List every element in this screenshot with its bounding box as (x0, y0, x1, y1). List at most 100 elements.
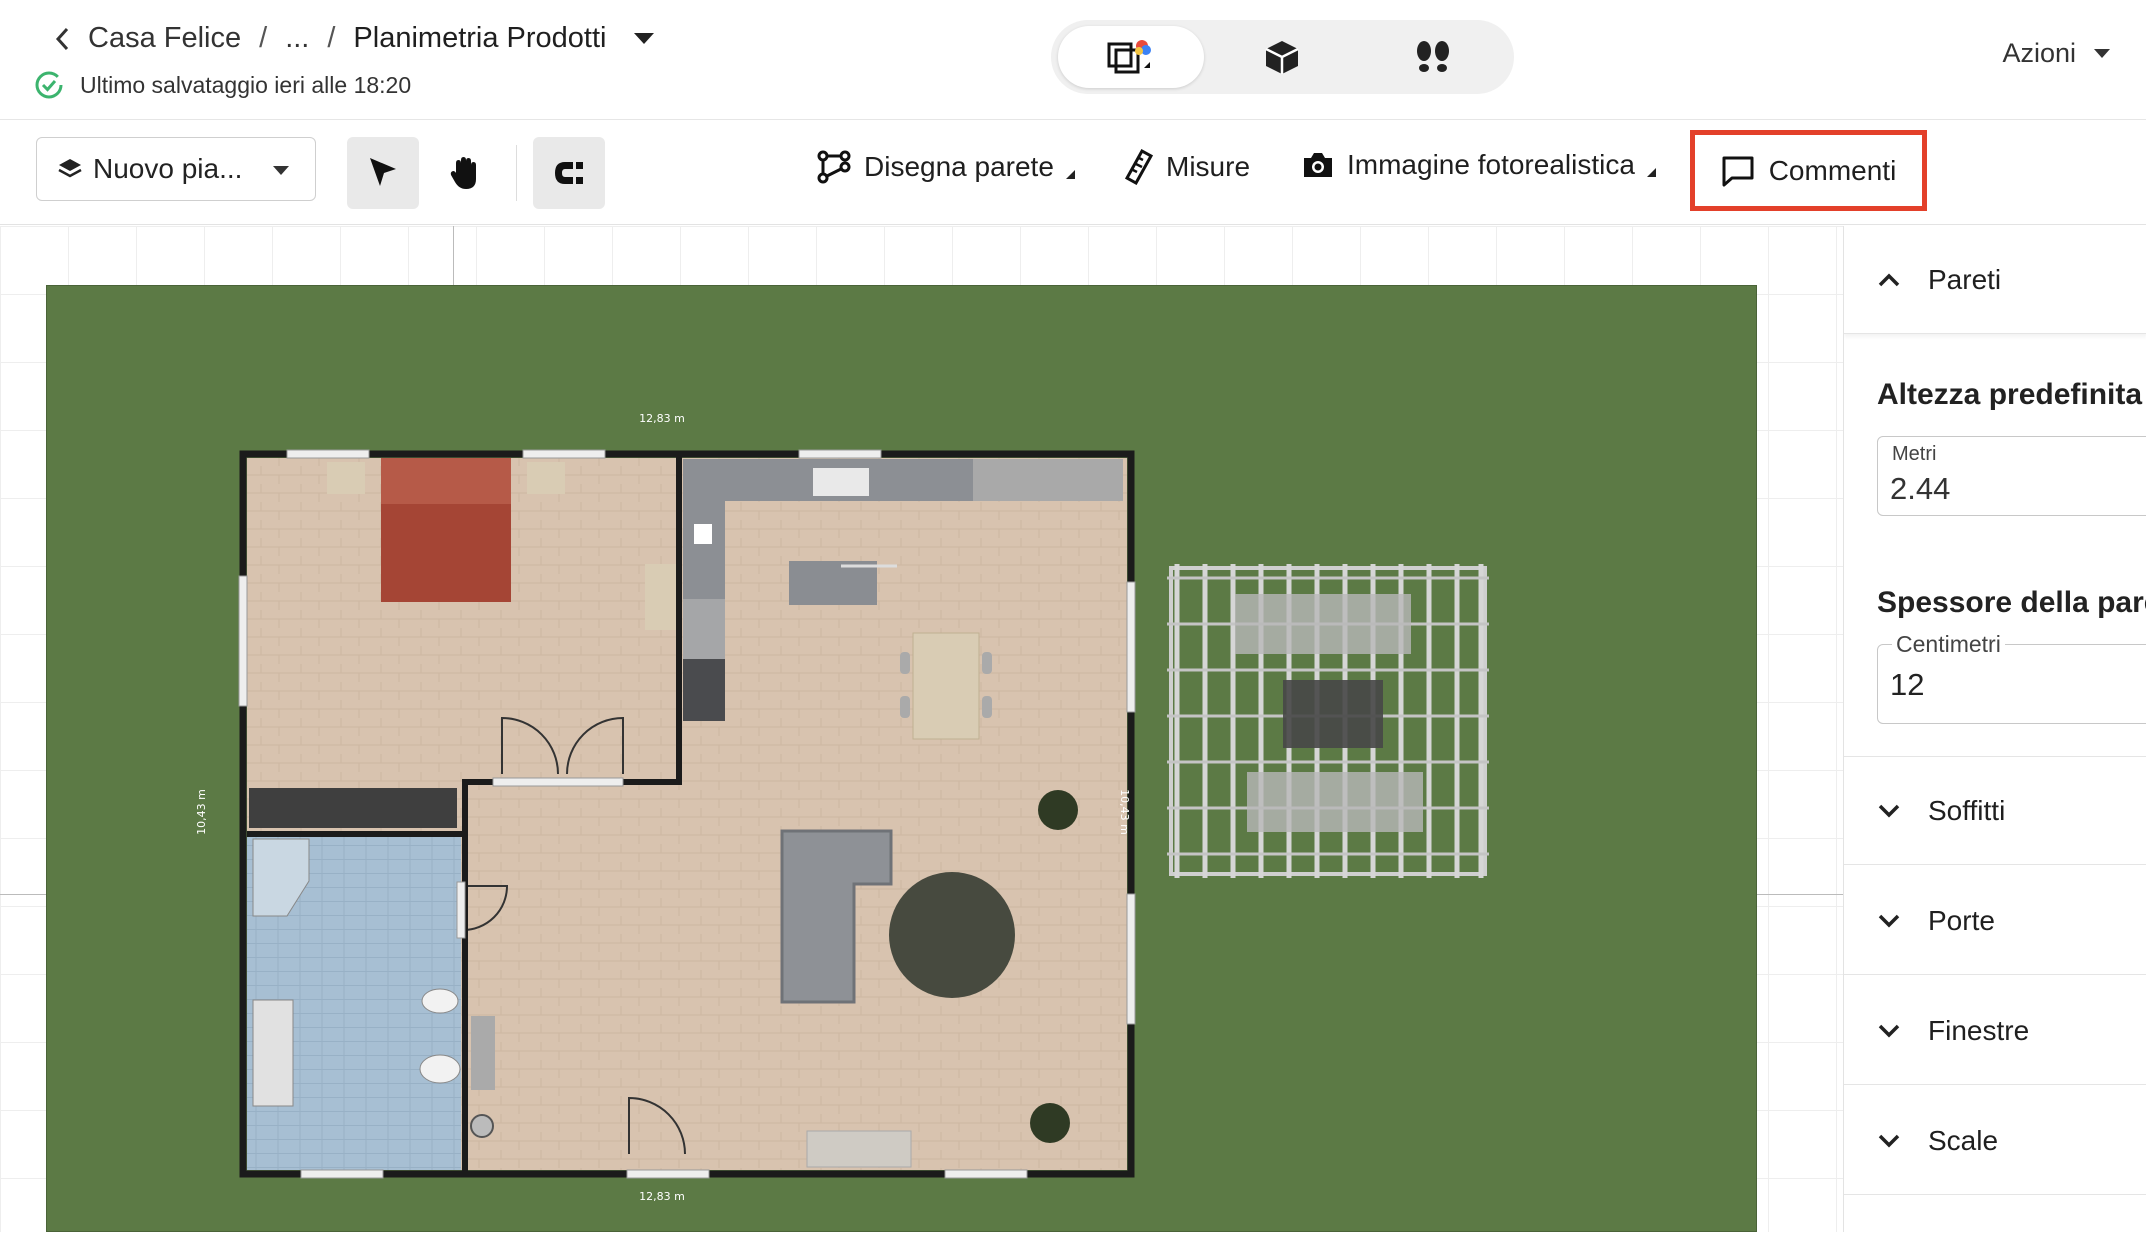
floor-drain (470, 1114, 494, 1138)
breadcrumb-current: Planimetria Prodotti (353, 22, 607, 54)
draw-wall-icon (817, 150, 851, 184)
kitchen-sink (813, 468, 869, 496)
dining-table (912, 632, 980, 740)
measures-button[interactable]: Misure (1124, 149, 1250, 185)
chevron-down-icon (1878, 914, 1900, 927)
section-windows-label: Finestre (1928, 1014, 2030, 1046)
dimension-bottom: 12,83 m (639, 1190, 685, 1203)
round-rug (889, 872, 1015, 998)
section-walls-label: Pareti (1928, 263, 2002, 295)
cube-3d-icon (1265, 41, 1299, 74)
breadcrumb-separator: / (327, 22, 336, 54)
magnet-icon (555, 162, 583, 184)
dimension-left: 10,43 m (195, 789, 208, 835)
toolbar: Nuovo pia... Disegna parete Misure Immag… (0, 121, 2146, 225)
caret-down-icon[interactable] (634, 33, 655, 44)
kitchen-counter-end (973, 459, 1123, 501)
canvas-guide-line (0, 894, 46, 895)
height-input[interactable]: Metri 2.44 (1877, 436, 2146, 516)
thickness-unit-label: Centimetri (1892, 631, 2005, 658)
photoreal-image-button[interactable]: Immagine fotorealistica (1301, 149, 1656, 181)
top-header: Casa Felice / ... / Planimetria Prodotti… (0, 0, 2146, 120)
dimension-right: 10,43 m (1118, 789, 1131, 835)
chevron-down-icon (1878, 804, 1900, 817)
view-walk-button[interactable] (1360, 26, 1506, 88)
floor-plan-drawing: 12,83 m 12,83 m 10,43 m 10,43 m (195, 412, 1489, 1203)
caret-down-icon (2094, 49, 2110, 58)
height-unit-label: Metri (1892, 443, 1937, 465)
actions-label: Azioni (2002, 38, 2076, 68)
breadcrumb-ellipsis[interactable]: ... (285, 22, 309, 55)
section-windows[interactable]: Finestre (1844, 977, 2146, 1085)
photoreal-image-label: Immagine fotorealistica (1347, 149, 1635, 180)
pergola[interactable] (1167, 564, 1489, 878)
plant (1030, 1103, 1070, 1143)
chevron-up-icon (1878, 273, 1900, 286)
footsteps-icon (1417, 41, 1449, 72)
select-tool-button[interactable] (347, 137, 419, 209)
canvas-guide-line (453, 226, 454, 286)
canvas-guide-line (1757, 894, 1843, 895)
thickness-value: 12 (1890, 667, 1925, 702)
breadcrumb-project[interactable]: Casa Felice (88, 22, 241, 55)
section-stairs-label: Scale (1928, 1124, 1999, 1156)
ruler-icon (1124, 149, 1154, 185)
chevron-left-icon[interactable] (52, 26, 74, 52)
comments-label: Commenti (1768, 154, 1897, 186)
plant (1038, 790, 1078, 830)
default-height-title: Altezza predefinita (1877, 378, 2143, 411)
section-ceilings-label: Soffitti (1928, 794, 2006, 826)
draw-wall-button[interactable]: Disegna parete (816, 149, 1075, 185)
properties-panel: Pareti Altezza predefinita Metri 2.44 Sp… (1843, 226, 2146, 1232)
chevron-down-icon (1878, 1024, 1900, 1037)
magnet-snap-button[interactable] (533, 137, 605, 209)
wall-thickness-title: Spessore della parete (1877, 586, 2146, 619)
section-walls[interactable]: Pareti (1844, 226, 2146, 334)
oven (683, 659, 725, 721)
sideboard (806, 1130, 912, 1168)
cursor-arrow-icon (370, 158, 396, 186)
section-doors[interactable]: Porte (1844, 867, 2146, 975)
bathroom-cabinet (471, 1016, 495, 1090)
submenu-corner-icon (1646, 167, 1656, 177)
save-status: Ultimo salvataggio ieri alle 18:20 (34, 70, 411, 100)
toolbar-divider (516, 145, 517, 201)
bathroom-sink-vanity (252, 999, 294, 1107)
caret-down-icon (273, 166, 289, 175)
floor-selector[interactable]: Nuovo pia... (36, 137, 316, 201)
section-stairs[interactable]: Scale (1844, 1087, 2146, 1195)
comments-button[interactable]: Commenti (1690, 130, 1927, 211)
hand-icon (450, 157, 476, 189)
plan-2d-icon (1107, 40, 1151, 74)
comment-icon (1722, 156, 1754, 186)
floor-selector-label: Nuovo pia... (93, 153, 243, 184)
bidet (421, 988, 459, 1014)
pan-tool-button[interactable] (429, 137, 501, 209)
view-2d-button[interactable] (1058, 26, 1204, 88)
section-doors-label: Porte (1928, 904, 1995, 936)
actions-menu[interactable]: Azioni (2002, 38, 2110, 69)
section-ceilings[interactable]: Soffitti (1844, 757, 2146, 865)
toilet (419, 1054, 461, 1084)
layers-icon (58, 159, 82, 178)
plan-ground-area[interactable]: 12,83 m 12,83 m 10,43 m 10,43 m (46, 285, 1757, 1232)
view-3d-button[interactable] (1209, 26, 1355, 88)
save-status-text: Ultimo salvataggio ieri alle 18:20 (80, 71, 412, 98)
camera-icon (1304, 153, 1332, 177)
draw-wall-label: Disegna parete (864, 151, 1054, 182)
breadcrumb: Casa Felice / ... / Planimetria Prodotti (52, 22, 655, 55)
dresser (645, 564, 677, 630)
thickness-input[interactable]: Centimetri 12 (1877, 631, 2146, 724)
height-value: 2.44 (1890, 471, 1951, 506)
nightstand (527, 462, 565, 494)
nightstand (327, 462, 365, 494)
breadcrumb-separator: / (259, 22, 268, 54)
check-circle-icon (35, 71, 63, 99)
closet-strip (249, 788, 457, 828)
measures-label: Misure (1166, 151, 1251, 182)
fridge (683, 599, 725, 659)
submenu-corner-icon (1065, 169, 1075, 179)
chevron-down-icon (1878, 1134, 1900, 1147)
view-switcher (1051, 20, 1514, 94)
sink-small (694, 524, 712, 544)
